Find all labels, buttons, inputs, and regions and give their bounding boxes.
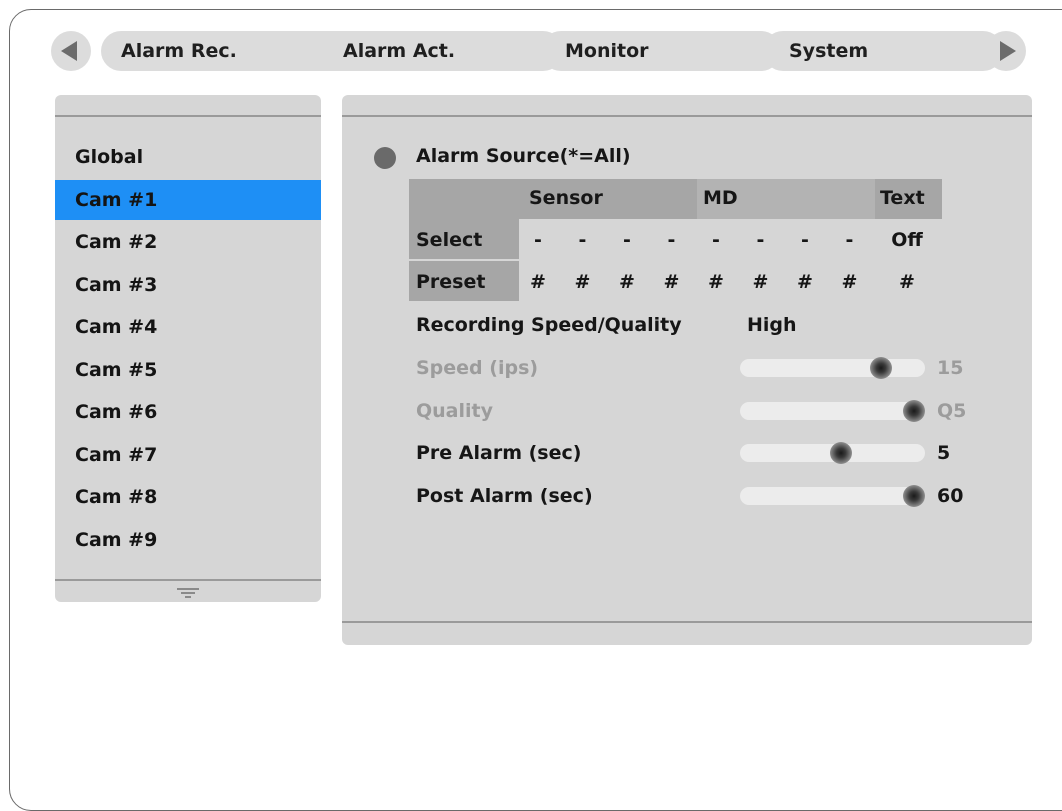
camera-list-item[interactable]: Cam #4 [55, 307, 321, 347]
recording-speed-label: Recording Speed/Quality [416, 314, 682, 336]
recording-speed-value[interactable]: High [747, 314, 797, 336]
alarm-source-title: Alarm Source(*=All) [416, 145, 631, 167]
tab-system[interactable]: System [763, 31, 1003, 71]
preset-cell[interactable]: # [661, 271, 683, 293]
select-cell[interactable]: - [794, 229, 816, 251]
slider-knob-icon[interactable] [870, 357, 893, 379]
select-cell[interactable]: - [750, 229, 772, 251]
slider-track[interactable] [740, 357, 925, 379]
scroll-down-icon[interactable] [177, 588, 199, 598]
list-bottom-divider [55, 579, 321, 581]
select-cell[interactable]: - [705, 229, 727, 251]
slider-knob-icon[interactable] [903, 484, 925, 507]
select-cell[interactable]: - [661, 229, 683, 251]
slider-label: Quality [416, 399, 493, 422]
panel-top-divider [342, 115, 1032, 117]
tab-alarm-act[interactable]: Alarm Act. [323, 31, 563, 71]
preset-cell[interactable]: # [616, 271, 638, 293]
preset-cell[interactable]: # [794, 271, 816, 293]
slider-value: 5 [937, 442, 951, 464]
camera-list-item[interactable]: Cam #5 [55, 350, 321, 390]
tab-prev-icon[interactable] [51, 31, 91, 71]
alarm-source-bullet-icon [374, 147, 396, 169]
preset-cell[interactable]: # [839, 271, 861, 293]
select-row-label: Select [416, 229, 483, 251]
camera-list-item[interactable]: Global [55, 137, 321, 177]
preset-cell[interactable]: # [527, 271, 549, 293]
slider-track[interactable] [740, 484, 925, 507]
select-cell[interactable]: - [527, 229, 549, 251]
tab-bar: Alarm Rec. Alarm Act. Monitor System [51, 31, 1033, 75]
select-cell[interactable]: - [572, 229, 594, 251]
tab-next-icon[interactable] [986, 31, 1026, 71]
camera-list-item[interactable]: Cam #8 [55, 477, 321, 517]
preset-text-cell[interactable]: # [887, 271, 927, 293]
slider-value: 60 [937, 484, 964, 507]
select-text-cell[interactable]: Off [887, 229, 927, 251]
sensor-header: Sensor [529, 187, 603, 209]
slider-knob-icon[interactable] [903, 399, 925, 422]
select-cell[interactable]: - [616, 229, 638, 251]
settings-panel: Alarm Source(*=All) Sensor MD Text Selec… [342, 95, 1032, 645]
slider-track[interactable] [740, 442, 925, 464]
camera-list-item[interactable]: Cam #1 [55, 179, 321, 220]
panel-bottom-divider [342, 621, 1032, 623]
preset-cell[interactable]: # [750, 271, 772, 293]
slider-label: Post Alarm (sec) [416, 484, 593, 507]
select-cell[interactable]: - [839, 229, 861, 251]
slider-label: Speed (ips) [416, 357, 539, 379]
slider-track[interactable] [740, 399, 925, 422]
list-top-divider [55, 115, 321, 117]
slider-value: Q5 [937, 399, 967, 422]
camera-list-panel: Global Cam #1 Cam #2 Cam #3 Cam #4 Cam #5 Cam … [55, 95, 321, 602]
camera-list-item[interactable]: Cam #6 [55, 392, 321, 432]
slider-label: Pre Alarm (sec) [416, 442, 582, 464]
camera-list-item[interactable]: Cam #7 [55, 435, 321, 475]
camera-list-item[interactable]: Cam #2 [55, 222, 321, 262]
text-header: Text [880, 187, 925, 209]
camera-list-item[interactable]: Cam #3 [55, 265, 321, 305]
preset-row-label: Preset [416, 271, 486, 293]
slider-knob-icon[interactable] [829, 442, 852, 464]
md-header: MD [703, 187, 738, 209]
preset-cell[interactable]: # [705, 271, 727, 293]
slider-value: 15 [937, 357, 964, 379]
tab-monitor[interactable]: Monitor [541, 31, 781, 71]
preset-cell[interactable]: # [572, 271, 594, 293]
camera-list-item[interactable]: Cam #9 [55, 520, 321, 560]
